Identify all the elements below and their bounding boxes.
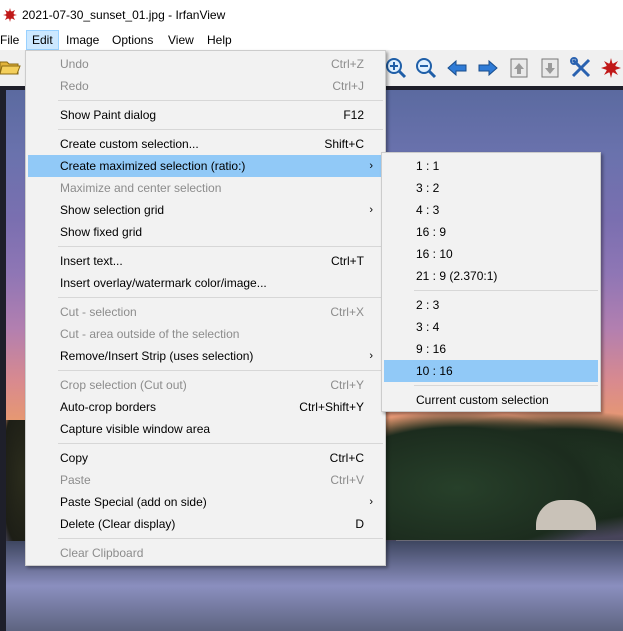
menu-item-insert-overlay[interactable]: Insert overlay/watermark color/image...: [28, 272, 383, 294]
ratio-item-9-16[interactable]: 9 : 16: [384, 338, 598, 360]
menu-file[interactable]: File: [0, 30, 24, 50]
menu-item-undo[interactable]: Undo Ctrl+Z: [28, 53, 383, 75]
next-icon[interactable]: [476, 56, 500, 80]
menu-help[interactable]: Help: [207, 30, 232, 50]
menu-item-create-maximized-selection[interactable]: Create maximized selection (ratio:) ›: [28, 155, 383, 177]
menu-item-auto-crop-borders[interactable]: Auto-crop borders Ctrl+Shift+Y: [28, 396, 383, 418]
menu-item-show-paint-dialog[interactable]: Show Paint dialog F12: [28, 104, 383, 126]
menu-item-delete[interactable]: Delete (Clear display) D: [28, 513, 383, 535]
menu-item-cut-outside-selection[interactable]: Cut - area outside of the selection: [28, 323, 383, 345]
menu-item-paste[interactable]: Paste Ctrl+V: [28, 469, 383, 491]
zoom-in-icon[interactable]: [384, 56, 408, 80]
submenu-arrow-icon: ›: [369, 350, 373, 362]
tools-icon[interactable]: [569, 56, 593, 80]
menu-bar: File Edit Image Options View Help: [0, 30, 623, 50]
ratio-item-1-1[interactable]: 1 : 1: [384, 155, 598, 177]
page-down-icon[interactable]: [538, 56, 562, 80]
ratio-item-4-3[interactable]: 4 : 3: [384, 199, 598, 221]
menu-options[interactable]: Options: [112, 30, 153, 50]
menu-edit[interactable]: Edit: [26, 30, 59, 50]
menu-item-crop-selection[interactable]: Crop selection (Cut out) Ctrl+Y: [28, 374, 383, 396]
menu-item-remove-insert-strip[interactable]: Remove/Insert Strip (uses selection) ›: [28, 345, 383, 367]
menu-item-show-fixed-grid[interactable]: Show fixed grid: [28, 221, 383, 243]
ratio-item-2-3[interactable]: 2 : 3: [384, 294, 598, 316]
menu-item-clear-clipboard[interactable]: Clear Clipboard: [28, 542, 383, 564]
edit-menu-dropdown: Undo Ctrl+Z Redo Ctrl+J Show Paint dialo…: [25, 50, 386, 566]
menu-separator: [58, 538, 383, 539]
menu-item-create-custom-selection[interactable]: Create custom selection... Shift+C: [28, 133, 383, 155]
irfanview-app-icon[interactable]: [2, 7, 18, 23]
ratio-item-16-9[interactable]: 16 : 9: [384, 221, 598, 243]
submenu-arrow-icon: ›: [369, 160, 373, 172]
irfanview-logo-icon[interactable]: [599, 56, 623, 80]
menu-image[interactable]: Image: [66, 30, 99, 50]
ratio-item-21-9[interactable]: 21 : 9 (2.370:1): [384, 265, 598, 287]
menu-separator: [414, 290, 598, 291]
title-bar: 2021-07-30_sunset_01.jpg - IrfanView: [0, 0, 623, 30]
open-folder-icon[interactable]: [0, 56, 22, 80]
ratio-item-10-16[interactable]: 10 : 16: [384, 360, 598, 382]
menu-separator: [414, 385, 598, 386]
page-up-icon[interactable]: [507, 56, 531, 80]
ratio-item-16-10[interactable]: 16 : 10: [384, 243, 598, 265]
ratio-submenu: 1 : 1 3 : 2 4 : 3 16 : 9 16 : 10 21 : 9 …: [381, 152, 601, 412]
menu-item-redo[interactable]: Redo Ctrl+J: [28, 75, 383, 97]
menu-item-maximize-center-selection[interactable]: Maximize and center selection: [28, 177, 383, 199]
menu-separator: [58, 297, 383, 298]
menu-separator: [58, 370, 383, 371]
submenu-arrow-icon: ›: [369, 496, 373, 508]
ratio-item-3-4[interactable]: 3 : 4: [384, 316, 598, 338]
previous-icon[interactable]: [445, 56, 469, 80]
ratio-item-current-custom[interactable]: Current custom selection: [384, 389, 598, 411]
menu-item-capture-visible-area[interactable]: Capture visible window area: [28, 418, 383, 440]
menu-item-copy[interactable]: Copy Ctrl+C: [28, 447, 383, 469]
menu-view[interactable]: View: [168, 30, 194, 50]
menu-separator: [58, 129, 383, 130]
menu-item-cut-selection[interactable]: Cut - selection Ctrl+X: [28, 301, 383, 323]
menu-separator: [58, 246, 383, 247]
menu-separator: [58, 443, 383, 444]
zoom-out-icon[interactable]: [414, 56, 438, 80]
menu-item-paste-special[interactable]: Paste Special (add on side) ›: [28, 491, 383, 513]
menu-separator: [58, 100, 383, 101]
window-title: 2021-07-30_sunset_01.jpg - IrfanView: [22, 8, 226, 22]
menu-item-show-selection-grid[interactable]: Show selection grid ›: [28, 199, 383, 221]
menu-item-insert-text[interactable]: Insert text... Ctrl+T: [28, 250, 383, 272]
submenu-arrow-icon: ›: [369, 204, 373, 216]
ratio-item-3-2[interactable]: 3 : 2: [384, 177, 598, 199]
